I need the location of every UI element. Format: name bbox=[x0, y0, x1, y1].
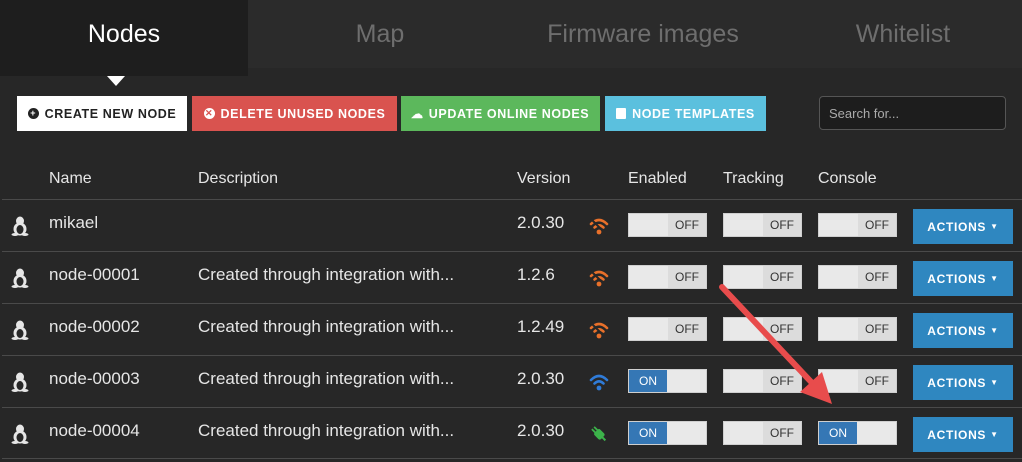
node-version: 1.2.6 bbox=[517, 265, 555, 284]
actions-label: ACTIONS bbox=[927, 323, 987, 338]
actions-button[interactable]: ACTIONS ▼ bbox=[913, 261, 1013, 296]
node-description: Created through integration with... bbox=[198, 369, 455, 388]
toggle-state: OFF bbox=[763, 214, 801, 236]
table-row: node-00001 Created through integration w… bbox=[2, 251, 1022, 303]
tracking-toggle[interactable]: OFF bbox=[723, 213, 802, 237]
actions-label: ACTIONS bbox=[927, 219, 987, 234]
plug-green-icon bbox=[591, 426, 607, 442]
search-input[interactable] bbox=[819, 96, 1006, 130]
table-row: mikael 2.0.30 OFF OFF OFF ACTIONS ▼ bbox=[2, 199, 1022, 251]
node-description: Created through integration with... bbox=[198, 265, 455, 284]
caret-down-icon: ▼ bbox=[990, 326, 999, 335]
node-description: Created through integration with... bbox=[198, 317, 455, 336]
tab-firmware-images[interactable]: Firmware images bbox=[502, 0, 784, 68]
console-toggle[interactable]: OFF bbox=[818, 317, 897, 341]
header-enabled: Enabled bbox=[628, 170, 687, 187]
enabled-toggle[interactable]: ON bbox=[628, 369, 707, 393]
list-icon bbox=[616, 108, 627, 119]
toggle-state: OFF bbox=[763, 422, 801, 444]
toggle-state: OFF bbox=[668, 214, 706, 236]
x-circle-icon: ✕ bbox=[203, 108, 215, 119]
create-new-node-label: CREATE NEW NODE bbox=[44, 106, 177, 121]
tracking-toggle[interactable]: OFF bbox=[723, 369, 802, 393]
toggle-state: OFF bbox=[763, 266, 801, 288]
wifi-orange-icon bbox=[589, 322, 609, 340]
node-name[interactable]: node-00001 bbox=[49, 265, 140, 285]
linux-penguin-icon bbox=[11, 372, 29, 392]
table-row: node-00003 Created through integration w… bbox=[2, 355, 1022, 407]
toggle-state: ON bbox=[629, 422, 667, 444]
actions-label: ACTIONS bbox=[927, 427, 987, 442]
console-toggle[interactable]: ON bbox=[818, 421, 897, 445]
tracking-toggle[interactable]: OFF bbox=[723, 421, 802, 445]
delete-unused-nodes-label: DELETE UNUSED NODES bbox=[220, 106, 386, 121]
cloud-download-icon: ☁ bbox=[410, 106, 424, 121]
wifi-blue-icon bbox=[589, 374, 609, 391]
node-name[interactable]: node-00002 bbox=[49, 317, 140, 337]
delete-unused-nodes-button[interactable]: ✕ DELETE UNUSED NODES bbox=[192, 96, 397, 131]
tab-map[interactable]: Map bbox=[258, 0, 502, 68]
plus-circle-icon: + bbox=[27, 108, 39, 119]
linux-penguin-icon bbox=[11, 424, 29, 444]
create-new-node-button[interactable]: + CREATE NEW NODE bbox=[17, 96, 187, 131]
update-online-nodes-button[interactable]: ☁ UPDATE ONLINE NODES bbox=[401, 96, 600, 131]
caret-down-icon: ▼ bbox=[990, 222, 999, 231]
table-row: node-00004 Created through integration w… bbox=[2, 407, 1022, 459]
enabled-toggle[interactable]: OFF bbox=[628, 213, 707, 237]
toggle-state: OFF bbox=[763, 370, 801, 392]
toggle-state: OFF bbox=[668, 266, 706, 288]
caret-down-icon: ▼ bbox=[990, 430, 999, 439]
tracking-toggle[interactable]: OFF bbox=[723, 317, 802, 341]
linux-penguin-icon bbox=[11, 268, 29, 288]
console-toggle[interactable]: OFF bbox=[818, 369, 897, 393]
header-console: Console bbox=[818, 170, 877, 187]
toggle-state: OFF bbox=[668, 318, 706, 340]
header-description: Description bbox=[198, 170, 279, 187]
tracking-toggle[interactable]: OFF bbox=[723, 265, 802, 289]
wifi-orange-icon bbox=[589, 218, 609, 236]
actions-label: ACTIONS bbox=[927, 375, 987, 390]
enabled-toggle[interactable]: ON bbox=[628, 421, 707, 445]
node-version: 2.0.30 bbox=[517, 213, 565, 232]
tab-nodes[interactable]: Nodes bbox=[0, 0, 248, 76]
table-row: node-00002 Created through integration w… bbox=[2, 303, 1022, 355]
node-version: 2.0.30 bbox=[517, 369, 565, 388]
actions-label: ACTIONS bbox=[927, 271, 987, 286]
console-toggle[interactable]: OFF bbox=[818, 265, 897, 289]
node-version: 2.0.30 bbox=[517, 421, 565, 440]
header-name: Name bbox=[49, 170, 92, 187]
toggle-state: OFF bbox=[858, 370, 896, 392]
actions-button[interactable]: ACTIONS ▼ bbox=[913, 209, 1013, 244]
enabled-toggle[interactable]: OFF bbox=[628, 265, 707, 289]
node-description: Created through integration with... bbox=[198, 421, 455, 440]
header-tracking: Tracking bbox=[723, 170, 784, 187]
tab-whitelist[interactable]: Whitelist bbox=[784, 0, 1022, 68]
update-online-nodes-label: UPDATE ONLINE NODES bbox=[428, 106, 590, 121]
toggle-state: OFF bbox=[763, 318, 801, 340]
node-name[interactable]: node-00003 bbox=[49, 369, 140, 389]
node-version: 1.2.49 bbox=[517, 317, 565, 336]
enabled-toggle[interactable]: OFF bbox=[628, 317, 707, 341]
actions-button[interactable]: ACTIONS ▼ bbox=[913, 417, 1013, 452]
linux-penguin-icon bbox=[11, 216, 29, 236]
linux-penguin-icon bbox=[11, 320, 29, 340]
node-name[interactable]: node-00004 bbox=[49, 421, 140, 441]
wifi-orange-icon bbox=[589, 270, 609, 288]
toggle-state: ON bbox=[819, 422, 857, 444]
caret-down-icon: ▼ bbox=[990, 274, 999, 283]
tab-bar: Nodes Map Firmware images Whitelist bbox=[0, 0, 1022, 76]
header-version: Version bbox=[517, 170, 571, 187]
console-toggle[interactable]: OFF bbox=[818, 213, 897, 237]
actions-button[interactable]: ACTIONS ▼ bbox=[913, 313, 1013, 348]
toggle-state: OFF bbox=[858, 318, 896, 340]
node-name[interactable]: mikael bbox=[49, 213, 98, 233]
toggle-state: ON bbox=[629, 370, 667, 392]
actions-button[interactable]: ACTIONS ▼ bbox=[913, 365, 1013, 400]
node-templates-label: NODE TEMPLATES bbox=[632, 106, 755, 121]
toggle-state: OFF bbox=[858, 214, 896, 236]
caret-down-icon: ▼ bbox=[990, 378, 999, 387]
active-tab-caret-icon bbox=[107, 76, 125, 86]
toggle-state: OFF bbox=[858, 266, 896, 288]
node-templates-button[interactable]: NODE TEMPLATES bbox=[605, 96, 766, 131]
